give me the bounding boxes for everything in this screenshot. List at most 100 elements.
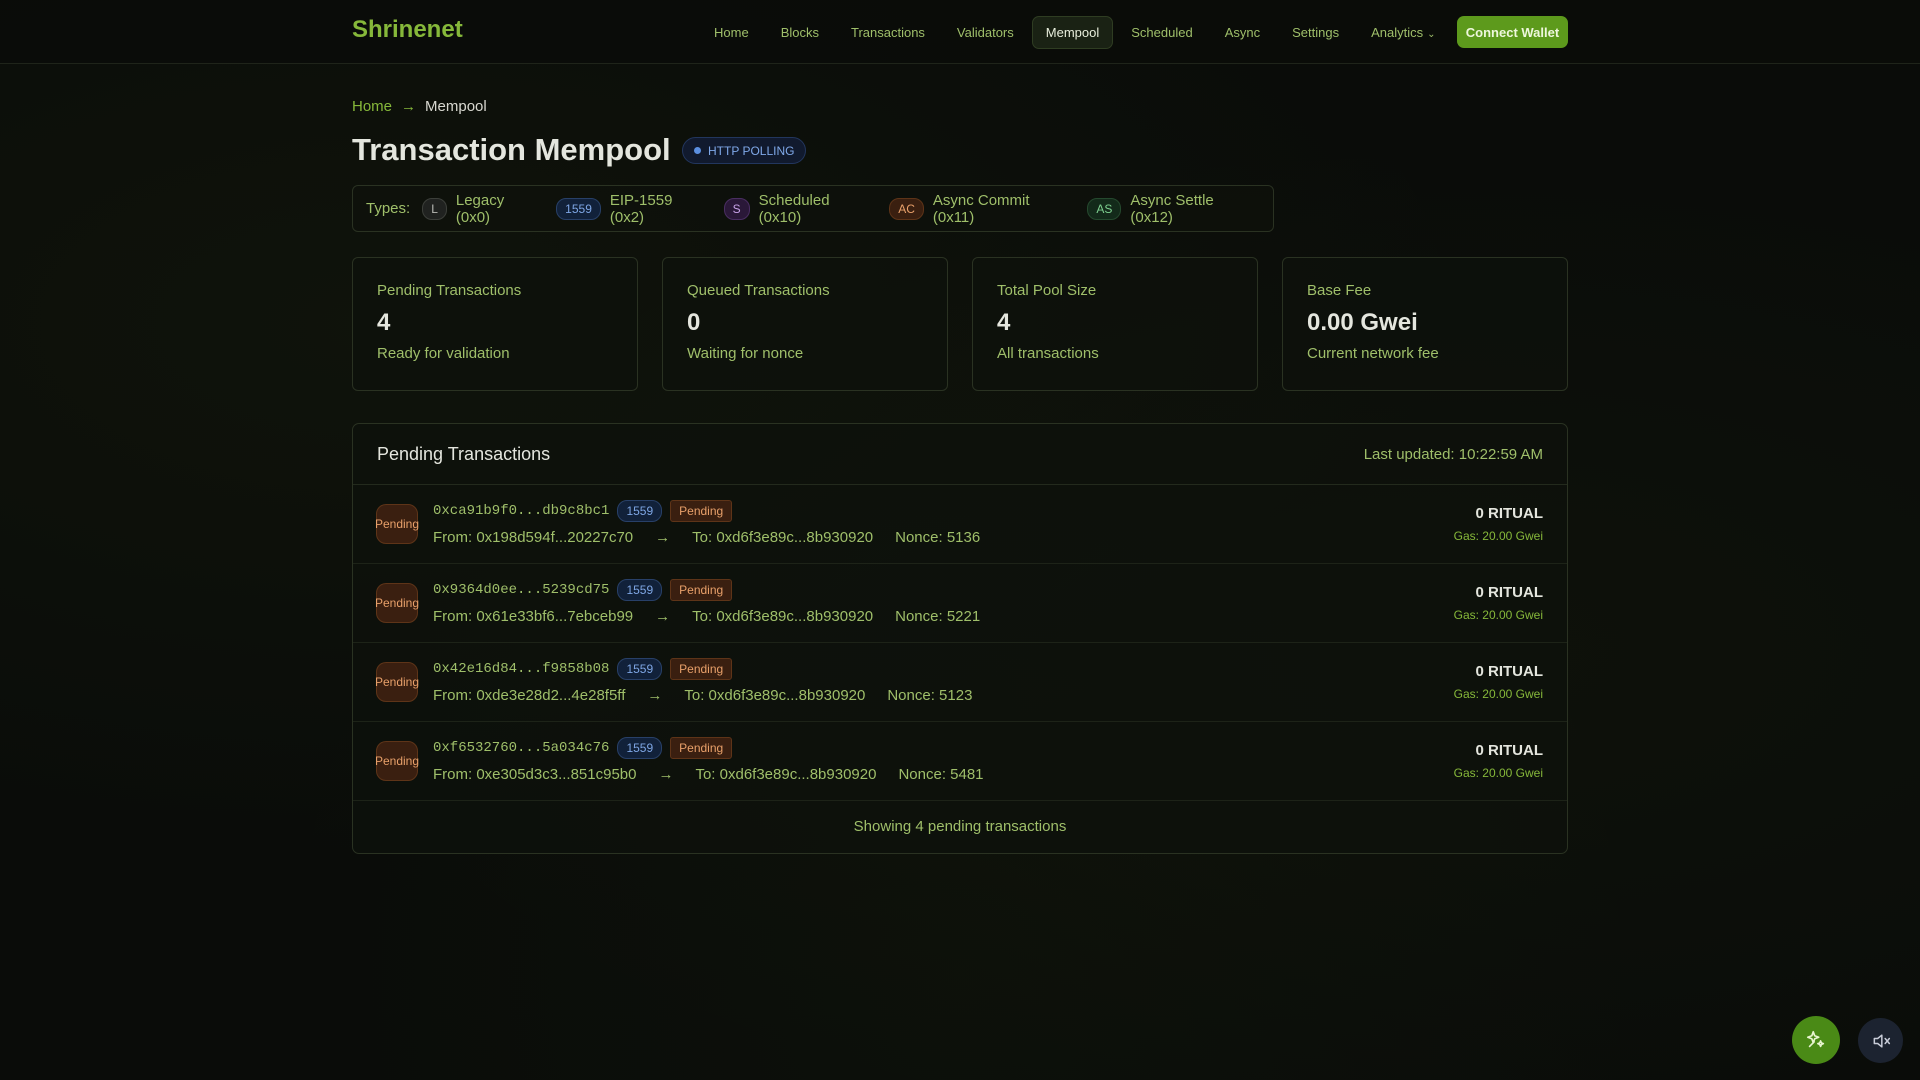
ai-assistant-button[interactable] [1792, 1016, 1840, 1064]
page-title: Transaction Mempool [352, 132, 671, 167]
hash-line: 0xca91b9f0...db9c8bc1 1559 Pending [433, 500, 733, 522]
nonce-value: Nonce: 5481 [898, 766, 984, 783]
transaction-row[interactable]: Pending 0x9364d0ee...5239cd75 1559 Pending F… [353, 564, 1567, 643]
tx-amount: 0 RITUAL [1475, 584, 1544, 601]
pending-transactions-panel: Pending Transactions Last updated: 10:22… [352, 423, 1568, 854]
nonce-value: Nonce: 5136 [895, 529, 981, 546]
brand-logo[interactable]: Shrinenet [352, 16, 463, 44]
tx-type-badge: 1559 [617, 500, 663, 522]
from-address[interactable]: From: 0x61e33bf6...7ebceb99 [433, 608, 633, 625]
hash-line: 0xf6532760...5a034c76 1559 Pending [433, 737, 733, 759]
polling-status-label: HTTP POLLING [708, 143, 795, 158]
nav-mempool[interactable]: Mempool [1031, 15, 1114, 49]
type-chip: L [422, 197, 447, 220]
transaction-list: Pending 0xca91b9f0...db9c8bc1 1559 Pending F… [353, 485, 1567, 801]
chevron-down-icon: ⌄ [1427, 28, 1436, 40]
tx-type-badge: 1559 [617, 658, 663, 680]
panel-footer: Showing 4 pending transactions [853, 818, 1067, 835]
tx-gas: Gas: 20.00 Gwei [1453, 766, 1543, 780]
type-legacy: L Legacy (0x0) [422, 192, 540, 226]
polling-status-badge: HTTP POLLING [682, 137, 807, 164]
stat-subtext: Waiting for nonce [687, 345, 804, 362]
tx-gas: Gas: 20.00 Gwei [1453, 529, 1543, 543]
arrow-icon: → [658, 766, 674, 783]
type-label: EIP-1559 (0x2) [609, 191, 673, 226]
pending-status-icon: Pending [375, 741, 419, 781]
type-label: Scheduled (0x10) [758, 191, 830, 226]
tx-status-badge: Pending [670, 579, 733, 601]
arrow-icon: → [655, 529, 671, 546]
nav-home[interactable]: Home [700, 16, 763, 49]
to-address[interactable]: To: 0xd6f3e89c...8b930920 [684, 687, 865, 704]
tx-type-badge: 1559 [617, 737, 663, 759]
address-line: From: 0xe305d3c3...851c95b0 → To: 0xd6f3e8… [433, 766, 984, 783]
panel-header: Pending Transactions Last updated: 10:22… [353, 424, 1567, 485]
stat-value: 0.00 Gwei [1307, 309, 1418, 336]
from-address[interactable]: From: 0xe305d3c3...851c95b0 [433, 766, 636, 783]
tx-amount: 0 RITUAL [1475, 505, 1544, 522]
stat-card-base-fee: Base Fee 0.00 Gwei Current network fee [1282, 257, 1568, 391]
tx-amount: 0 RITUAL [1475, 742, 1544, 759]
top-navbar: Shrinenet Home Blocks Transactions Valid… [0, 0, 1920, 64]
nav-validators[interactable]: Validators [943, 16, 1028, 49]
breadcrumb-current: Mempool [425, 98, 487, 115]
stat-subtext: All transactions [997, 345, 1099, 362]
tx-status-badge: Pending [670, 658, 733, 680]
sound-toggle-button[interactable] [1858, 1018, 1903, 1063]
tx-hash-link[interactable]: 0x9364d0ee...5239cd75 [433, 582, 609, 598]
sparkle-icon [1806, 1030, 1825, 1048]
stat-card-queued: Queued Transactions 0 Waiting for nonce [662, 257, 948, 391]
pending-status-icon: Pending [375, 504, 419, 544]
nav-links: Home Blocks Transactions Validators Memp… [700, 15, 1450, 49]
pending-status-icon: Pending [375, 583, 419, 623]
type-chip: 1559 [556, 197, 601, 220]
status-dot-icon [694, 147, 701, 154]
type-eip1559: 1559 EIP-1559 (0x2) [556, 192, 707, 226]
stat-subtext: Current network fee [1307, 345, 1439, 362]
from-address[interactable]: From: 0x198d594f...20227c70 [433, 529, 633, 546]
types-label: Types: [366, 200, 411, 217]
nav-transactions[interactable]: Transactions [837, 16, 939, 49]
stat-label: Queued Transactions [687, 282, 830, 299]
stat-value: 0 [687, 309, 701, 336]
transaction-types-legend: Types: L Legacy (0x0) 1559 EIP-1559 (0x2) … [352, 185, 1274, 232]
transaction-row[interactable]: Pending 0x42e16d84...f9858b08 1559 Pending F… [353, 643, 1567, 722]
type-label: Async Settle (0x12) [1130, 191, 1214, 226]
tx-status-badge: Pending [670, 737, 733, 759]
stat-label: Total Pool Size [997, 282, 1097, 299]
tx-hash-link[interactable]: 0xca91b9f0...db9c8bc1 [433, 503, 609, 519]
stat-value: 4 [377, 309, 391, 336]
type-chip: S [723, 197, 750, 220]
tx-type-badge: 1559 [617, 579, 663, 601]
arrow-icon: → [647, 687, 663, 704]
nonce-value: Nonce: 5123 [887, 687, 973, 704]
to-address[interactable]: To: 0xd6f3e89c...8b930920 [692, 529, 873, 546]
transaction-row[interactable]: Pending 0xca91b9f0...db9c8bc1 1559 Pending F… [353, 485, 1567, 564]
last-updated-text: Last updated: 10:22:59 AM [1363, 446, 1543, 463]
hash-line: 0x9364d0ee...5239cd75 1559 Pending [433, 579, 733, 601]
breadcrumb-home-link[interactable]: Home [352, 98, 392, 115]
connect-wallet-button[interactable]: Connect Wallet [1457, 16, 1568, 48]
tx-gas: Gas: 20.00 Gwei [1453, 687, 1543, 701]
nav-analytics-label: Analytics [1371, 24, 1424, 40]
speaker-muted-icon [1873, 1033, 1890, 1048]
stat-subtext: Ready for validation [377, 345, 510, 362]
stat-card-pool-size: Total Pool Size 4 All transactions [972, 257, 1258, 391]
type-chip: AS [1087, 197, 1122, 220]
from-address[interactable]: From: 0xde3e28d2...4e28f5ff [433, 687, 625, 704]
nav-blocks[interactable]: Blocks [767, 16, 833, 49]
nav-scheduled[interactable]: Scheduled [1117, 16, 1206, 49]
nav-analytics-dropdown[interactable]: Analytics ⌄ [1357, 16, 1449, 49]
arrow-icon: → [655, 608, 671, 625]
nav-settings[interactable]: Settings [1278, 16, 1353, 49]
transaction-row[interactable]: Pending 0xf6532760...5a034c76 1559 Pending F… [353, 722, 1567, 801]
to-address[interactable]: To: 0xd6f3e89c...8b930920 [695, 766, 876, 783]
nav-async[interactable]: Async [1211, 16, 1274, 49]
type-label: Async Commit (0x11) [932, 191, 1030, 226]
type-async-commit: AC Async Commit (0x11) [889, 192, 1071, 226]
to-address[interactable]: To: 0xd6f3e89c...8b930920 [692, 608, 873, 625]
type-label: Legacy (0x0) [455, 191, 505, 226]
tx-hash-link[interactable]: 0x42e16d84...f9858b08 [433, 661, 609, 677]
hash-line: 0x42e16d84...f9858b08 1559 Pending [433, 658, 733, 680]
tx-hash-link[interactable]: 0xf6532760...5a034c76 [433, 740, 609, 756]
